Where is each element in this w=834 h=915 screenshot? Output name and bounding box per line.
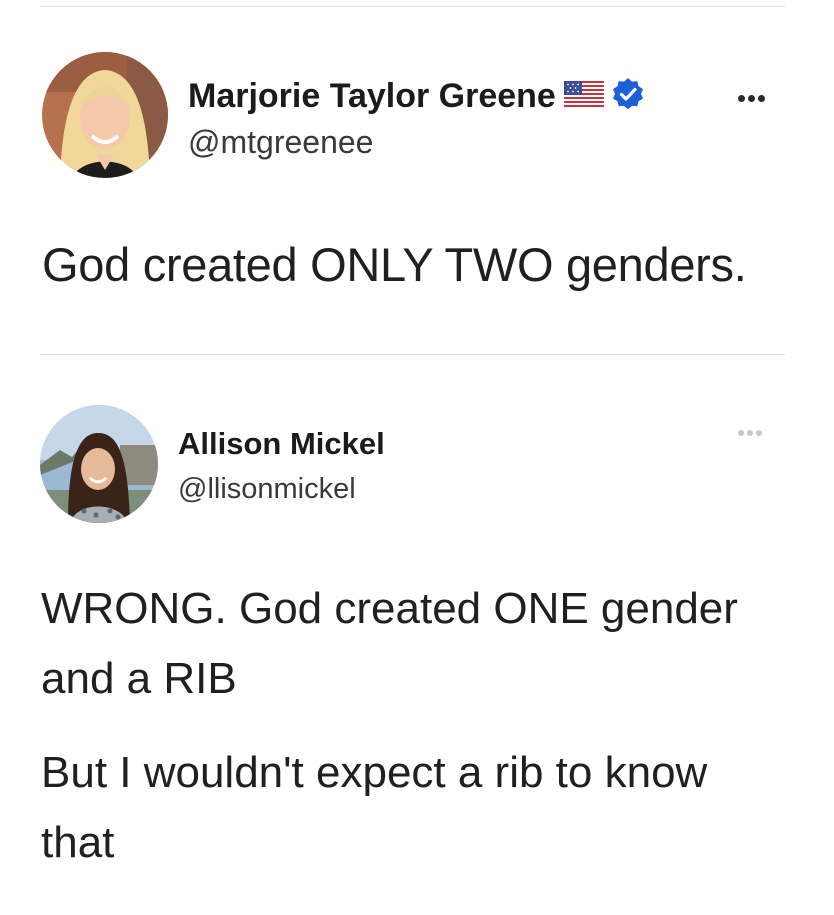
more-options-icon[interactable] <box>738 95 765 102</box>
author-name-row: Marjorie Taylor Greene <box>188 76 644 116</box>
more-options-icon[interactable] <box>738 430 762 436</box>
author-handle[interactable]: @llisonmickel <box>178 473 356 506</box>
author-name[interactable]: Allison Mickel <box>178 426 385 462</box>
tweet-text-line: that <box>41 818 115 867</box>
author-handle[interactable]: @mtgreenee <box>188 124 373 161</box>
us-flag-icon <box>563 80 604 112</box>
tweet-text-line: But I wouldn't expect a rib to know <box>41 748 708 797</box>
author-name[interactable]: Marjorie Taylor Greene <box>188 77 556 116</box>
avatar-mtg-image <box>42 52 168 178</box>
tweet-text-line: and a RIB <box>41 654 237 703</box>
tweet-text-line: WRONG. God created ONE gender <box>41 584 738 633</box>
tweet-text: God created ONLY TWO genders. <box>42 238 747 291</box>
verified-badge-icon <box>612 77 644 115</box>
avatar-allison-image <box>40 405 158 523</box>
avatar[interactable] <box>42 52 168 178</box>
tweet-allison[interactable]: Allison Mickel @llisonmickel WRONG. God … <box>0 360 834 915</box>
tweet-divider <box>40 354 785 355</box>
author-name-row: Allison Mickel <box>178 424 385 464</box>
avatar[interactable] <box>40 405 158 523</box>
tweet-mtg[interactable]: Marjorie Taylor Greene @mtgreenee God cr… <box>0 0 834 350</box>
